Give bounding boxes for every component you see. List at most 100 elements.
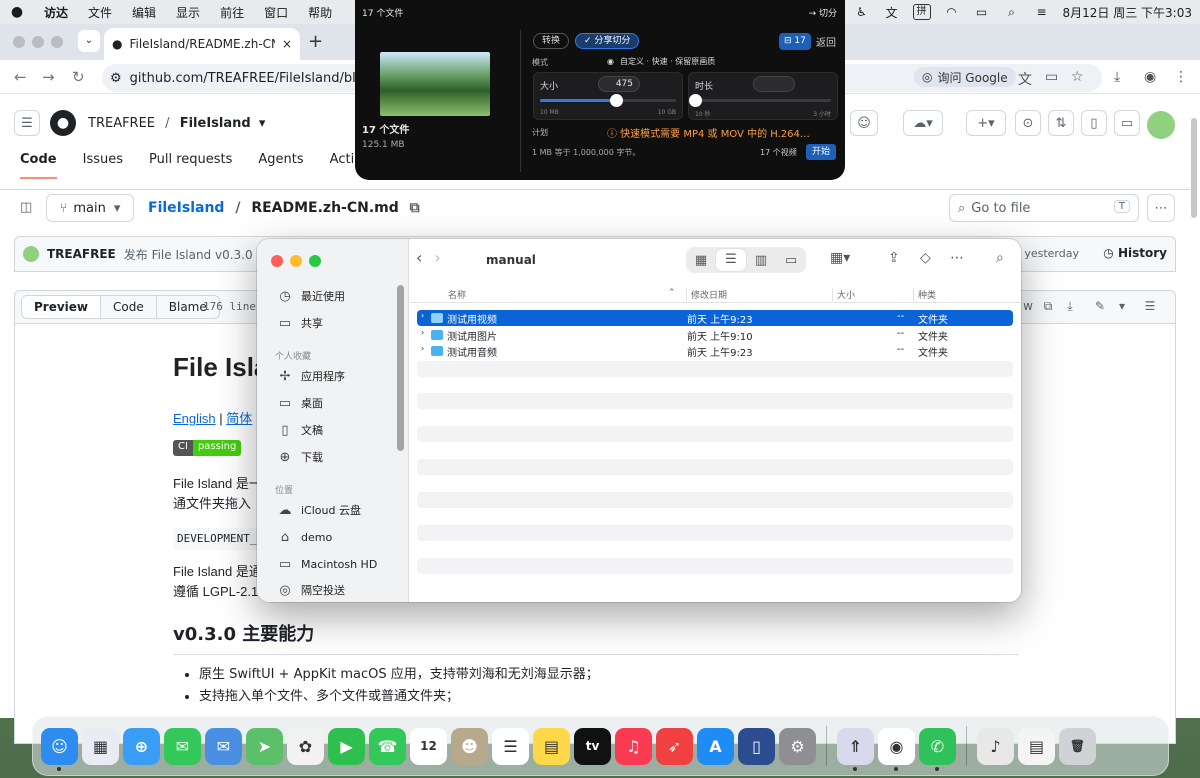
tab-search-button[interactable]: ⌄ [78,30,100,52]
sidebar-item-airdrop[interactable]: ◎ 隔空投送 [277,579,345,601]
disclosure-chevron-icon[interactable]: › [421,344,424,353]
dock-app-maps[interactable]: ➤ [246,727,283,765]
gallery-view-icon[interactable]: ▭ [776,253,806,268]
share-icon[interactable]: ⇪ [888,250,900,266]
ask-google-button[interactable]: ◎ 询问 Google [914,67,1016,87]
copilot-menu-icon[interactable]: ☁▾ [903,110,943,136]
site-info-icon[interactable]: ⚙ [110,71,122,86]
sidebar-item-documents[interactable]: ▯ 文稿 [277,419,323,441]
lang-link-english[interactable]: English [173,411,216,426]
github-logo-icon[interactable]: ● [50,110,76,136]
dock-app-tv[interactable]: tv [574,727,611,765]
menu-edit[interactable]: 编辑 [122,4,166,21]
sort-chevron-icon[interactable]: ⌃ [668,288,676,298]
hamburger-menu-icon[interactable]: ☰ [14,110,40,136]
window-zoom-button[interactable] [51,36,63,48]
translate-page-icon[interactable]: 文 [1018,69,1032,89]
sidebar-item-applications[interactable]: ✢ 应用程序 [277,365,345,387]
duration-slider-track[interactable] [695,99,831,102]
group-by-icon[interactable]: ▦▾ [830,250,850,266]
dock-app-calendar[interactable]: 12 [410,727,447,765]
user-avatar[interactable] [1147,111,1175,139]
dock-app-rocket[interactable]: ➶ [656,727,693,765]
copy-path-icon[interactable]: ⧉ [410,200,420,216]
icon-view-icon[interactable]: ▦ [686,253,716,268]
input-method-indicator[interactable]: 拼 [912,4,931,20]
sidebar-item-home[interactable]: ⌂ demo [277,526,332,548]
commit-message[interactable]: 发布 File Island v0.3.0 [124,246,253,263]
inbox-icon[interactable]: ▭ [1114,110,1140,136]
dock-app-messages[interactable]: ✉ [164,727,201,765]
dock-app-app-store[interactable]: A [697,727,734,765]
convert-mode-button[interactable]: 转换 [533,33,570,49]
create-new-icon[interactable]: +▾ [966,110,1006,136]
accessibility-icon[interactable]: ♿ [853,4,871,20]
sidebar-scrollbar[interactable] [397,285,404,451]
forward-arrow-icon[interactable]: → [42,68,55,86]
dock-app-fileisland[interactable]: ▯ [738,727,775,765]
dock-app-music-folder[interactable]: ♪ [977,727,1014,765]
dock-app-document-stack[interactable]: ▤ [1018,727,1055,765]
sidebar-item-shared[interactable]: ▭ 共享 [277,312,323,334]
reload-icon[interactable]: ↻ [72,68,85,86]
file-row[interactable]: › 测试用视频 前天 上午9:23 -- 文件夹 [417,310,1013,326]
history-button[interactable]: ◷ History [1103,246,1167,260]
size-slider-track[interactable] [540,99,676,102]
chrome-menu-icon[interactable]: ⋮ [1174,69,1188,85]
back-button[interactable]: 返回 [816,34,836,49]
tab-agents[interactable]: Agents [258,152,303,179]
sidebar-item-downloads[interactable]: ⊕ 下载 [277,446,323,468]
dock-app-facetime[interactable]: ▶ [328,727,365,765]
size-value-field[interactable]: 475 [598,76,640,92]
disclosure-chevron-icon[interactable]: › [421,328,424,337]
start-button[interactable]: 开始 [806,144,837,160]
dock-app-safari[interactable]: ⊕ [123,727,160,765]
spotlight-search-icon[interactable]: ⌕ [1003,4,1021,20]
apple-icon[interactable]: ● [0,4,34,20]
dock-app-trash[interactable]: 🗑 [1059,727,1096,765]
cast-icon[interactable]: ▭ [1045,69,1058,85]
outline-icon[interactable]: ☰ [1139,295,1161,317]
column-name-header[interactable]: 名称 [448,288,466,301]
dock-app-photos[interactable]: ✿ [287,727,324,765]
more-options-icon[interactable]: ⋯ [1147,194,1175,222]
tab-close-icon[interactable]: × [282,37,292,51]
menu-window[interactable]: 窗口 [254,4,298,21]
edit-pencil-icon[interactable]: ✎ [1089,295,1111,317]
tab-pull-requests[interactable]: Pull requests [149,152,232,179]
dock-app-phone[interactable]: ☎ [369,727,406,765]
menu-go[interactable]: 前往 [210,4,254,21]
column-kind-header[interactable]: 种类 [913,288,936,301]
dock-app-notes[interactable]: ▤ [533,727,570,765]
sidebar-item-desktop[interactable]: ▭ 桌面 [277,392,323,414]
battery-icon[interactable]: ▭ [973,4,991,20]
bookmark-star-icon[interactable]: ☆ [1071,69,1084,85]
dock-app-contacts[interactable]: ☻ [451,727,488,765]
sidebar-item-macintosh-hd[interactable]: ▭ Macintosh HD [277,553,377,575]
repo-name-link[interactable]: FileIsland [180,116,251,131]
copilot-icon[interactable]: ☺ [850,110,878,136]
menu-help[interactable]: 帮助 [298,4,342,21]
go-to-file-input[interactable]: ⌕ Go to file T [949,194,1139,222]
control-center-icon[interactable]: ≡ [1033,4,1051,20]
more-actions-icon[interactable]: ⋯ [950,250,964,266]
menu-file[interactable]: 文件 [78,4,122,21]
back-arrow-icon[interactable]: ← [14,68,27,86]
tab-issues[interactable]: Issues [83,152,123,179]
commit-author-avatar[interactable] [23,246,39,262]
dock-app-settings[interactable]: ⚙ [779,727,816,765]
pull-requests-icon[interactable]: ⇅ [1048,110,1074,136]
copy-raw-icon[interactable]: ⧉ [1037,295,1059,317]
finder-close-button[interactable] [271,255,283,267]
dock-app-finder[interactable]: ☺ [41,727,78,771]
preview-tab[interactable]: Preview [22,296,102,318]
commit-author[interactable]: TREAFREE [47,247,116,261]
window-minimize-button[interactable] [32,36,44,48]
sidebar-item-recents[interactable]: ◷ 最近使用 [277,285,345,307]
search-icon[interactable]: ⌕ [996,250,1004,266]
window-close-button[interactable] [13,36,25,48]
island-cut-label[interactable]: → 切分 [809,6,837,19]
dock-app-launcher[interactable]: ⇑ [837,727,874,771]
back-chevron-icon[interactable]: ‹ [416,248,422,267]
repo-switcher-chevron-icon[interactable]: ▾ [259,116,266,131]
